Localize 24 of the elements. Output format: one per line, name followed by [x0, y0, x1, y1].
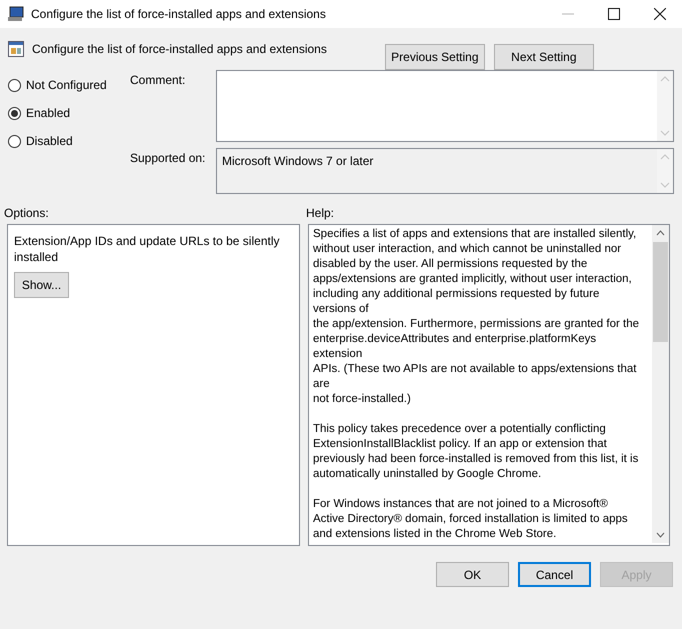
computer-icon	[7, 6, 25, 22]
comment-label: Comment:	[130, 72, 186, 89]
dialog-button[interactable]: OK	[436, 562, 509, 587]
help-label: Help:	[306, 206, 334, 222]
radio-option[interactable]: Disabled	[8, 132, 130, 150]
close-icon[interactable]	[654, 8, 666, 20]
supported-on-label: Supported on:	[130, 150, 206, 167]
supported-on-field: Microsoft Windows 7 or later	[216, 148, 674, 194]
nav-button[interactable]: Next Setting	[494, 44, 594, 70]
show-button[interactable]: Show...	[14, 272, 69, 298]
help-text: Specifies a list of apps and extensions that are installed silently, without user interaction, and which cannot be uninstalled nor disabled by the user. All permissions requested by the apps/extensions are granted implicitly, without user interaction, including any additional permissions requested by future versions of the app/extension. Furthermore, permissions are granted for the enterprise.deviceAttributes and enterprise.platformKeys extension APIs. (These two APIs are not available to apps/extensions that are not force-installed.) This policy takes precedence over a potentially conflicting ExtensionInstallBlacklist policy. If an app or extension that previously had been force-installed is removed from this list, it is automatically uninstalled by Google Chrome. For Windows instances that are not joined to a Microsoft® Active Directory® domain, forced installation is limited to apps and extensions listed in the Chrome Web Store.	[312, 227, 640, 542]
options-description: Extension/App IDs and update URLs to be silently installed	[14, 233, 280, 265]
maximize-icon[interactable]	[608, 8, 620, 20]
dialog-button[interactable]: Cancel	[518, 562, 591, 587]
nav-button[interactable]: Previous Setting	[384, 44, 485, 70]
scrollbar-drawing[interactable]	[652, 225, 669, 543]
radio-option[interactable]: Not Configured	[8, 76, 130, 94]
comment-field[interactable]	[216, 70, 674, 142]
window-title: Configure the list of force-installed apps and extensions	[31, 7, 326, 21]
options-label: Options:	[4, 206, 50, 222]
policy-title: Configure the list of force-installed apps and extensions	[32, 42, 327, 56]
radio-option[interactable]: Enabled	[8, 104, 130, 122]
policy-icon	[8, 41, 24, 57]
scrollbar-drawing	[657, 71, 673, 141]
